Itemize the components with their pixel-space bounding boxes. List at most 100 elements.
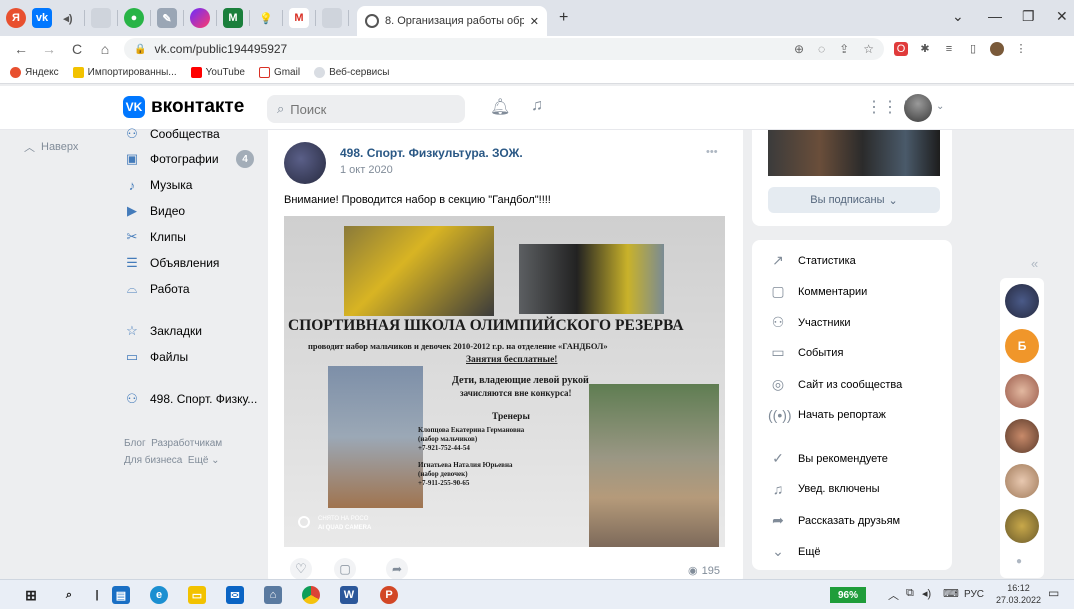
collapse-chats-icon[interactable]: « [1031,256,1038,271]
yandex-icon[interactable]: Я [6,8,26,28]
notifications-bell-icon[interactable]: 🔔︎ [490,97,510,117]
windows-start-icon[interactable]: ⊞ [22,586,40,604]
zoom-icon[interactable]: ⊕ [794,42,804,56]
gmail-tab-icon[interactable]: M [289,8,309,28]
url-field[interactable]: 🔒 vk.com/public194495927 ⊕ ◌ ⇪ ☆ [124,38,884,60]
menu-events[interactable]: ▭ События [768,344,843,361]
menu-comments[interactable]: ▢ Комментарии [768,283,867,300]
menu-item-ads[interactable]: ☰ Объявления [110,253,219,273]
language-indicator[interactable]: РУС [964,589,984,600]
keyboard-icon[interactable]: ⌨ [943,587,959,600]
chevron-down-icon[interactable]: ⌄ [936,101,944,112]
menu-item-clips[interactable]: ✂ Клипы [110,227,186,247]
bookmark-yandex[interactable]: Яндекс [10,67,59,78]
menu-item-photos[interactable]: ▣ Фотографии [110,149,219,169]
like-heart-icon[interactable]: ♡ [290,558,312,580]
store-icon[interactable]: ▤ [112,586,130,604]
chat-avatar[interactable] [1005,509,1039,543]
menu-live[interactable]: ((•)) Начать репортаж [768,407,886,423]
profile-avatar[interactable] [990,42,1004,56]
chat-bubble-icon[interactable]: ● [1016,556,1022,567]
close-tab-icon[interactable]: ✕ [530,15,539,28]
search-input[interactable] [290,101,451,117]
bulb-icon[interactable]: 💡 [256,8,276,28]
search-box[interactable]: ⌕ [267,95,465,123]
footer-developers-link[interactable]: Разработчикам [151,438,222,449]
post-photo[interactable]: СПОРТИВНАЯ ШКОЛА ОЛИМПИЙСКОГО РЕЗЕРВА пр… [284,216,725,547]
share-arrow-icon[interactable]: ➦ [386,558,408,580]
opera-extension-icon[interactable]: O [894,42,908,56]
menu-dots-icon[interactable]: ⋮ [1014,42,1028,56]
menu-tell-friends[interactable]: ➦ Рассказать друзьям [768,512,900,529]
menu-stats[interactable]: ↗ Статистика [768,252,856,269]
tab-list-icon[interactable]: ⌄ [952,8,964,25]
sidebar-icon[interactable]: ▯ [966,42,980,56]
menu-item-music[interactable]: ♪ Музыка [110,175,193,195]
music-note-icon[interactable]: ♫ [531,97,543,115]
tracking-icon[interactable]: ◌ [818,42,825,56]
share-page-icon[interactable]: ⇪ [839,42,849,56]
network-app-icon[interactable]: ⌂ [264,586,282,604]
menu-item-work[interactable]: ⌓ Работа [110,279,190,299]
menu-item-files[interactable]: ▭ Файлы [110,347,188,367]
blank-tab-icon[interactable] [91,8,111,28]
chat-avatar-letter[interactable]: Б [1005,329,1039,363]
reload-icon[interactable]: C [70,41,84,57]
clock[interactable]: 16:12 27.03.2022 [996,582,1041,606]
menu-item-communities[interactable]: ⚇ Сообщества [110,124,220,144]
bookmark-imported[interactable]: Импортированны... [72,67,177,78]
minimize-icon[interactable]: — [988,8,1002,24]
vk-tab-icon[interactable]: vk [32,8,52,28]
post-author-link[interactable]: 498. Спорт. Физкультура. ЗОЖ. [340,146,523,160]
menu-recommend[interactable]: ✓ Вы рекомендуете [768,450,888,467]
footer-business-link[interactable]: Для бизнеса [124,455,182,466]
menu-item-bookmarks[interactable]: ☆ Закладки [110,321,202,341]
home-icon[interactable]: ⌂ [98,41,112,57]
notifications-icon[interactable]: ▭ [1048,586,1059,600]
menu-item-video[interactable]: ▶ Видео [110,201,185,221]
mail-icon[interactable]: ✉ [226,586,244,604]
post-author-avatar[interactable] [284,142,326,184]
forward-icon[interactable]: → [42,41,56,57]
post-more-menu[interactable]: ••• [706,146,718,158]
chat-avatar[interactable] [1005,464,1039,498]
task-view-icon[interactable]: | [88,586,106,604]
post-date[interactable]: 1 окт 2020 [340,164,393,176]
menu-more[interactable]: ⌄ Ещё [768,543,820,560]
active-tab[interactable]: 8. Организация работы образо ✕ [357,6,547,36]
menu-notifications[interactable]: ♫ Увед. включены [768,481,880,497]
chrome-icon[interactable] [302,586,320,604]
reading-list-icon[interactable]: ≡ [942,42,956,56]
chat-avatar[interactable] [1005,284,1039,318]
m-tab-icon[interactable]: M [223,8,243,28]
subscribed-button[interactable]: Вы подписаны ⌄ [768,187,940,213]
user-avatar[interactable] [904,94,932,122]
group-cover-photo[interactable] [768,130,940,176]
back-icon[interactable]: ← [14,41,28,57]
footer-blog-link[interactable]: Блог [124,438,146,449]
bookmark-web-services[interactable]: Веб-сервисы [314,67,389,78]
puzzle-icon[interactable]: ✱ [918,42,932,56]
powerpoint-icon[interactable]: P [380,586,398,604]
word-icon[interactable]: W [340,586,358,604]
chat-avatar[interactable] [1005,419,1039,453]
footer-more-link[interactable]: Ещё [188,455,208,466]
back-to-top-link[interactable]: ︿ Наверх [24,139,78,155]
edge-icon[interactable]: e [150,586,168,604]
menu-site[interactable]: ◎ Сайт из сообщества [768,376,902,393]
close-window-icon[interactable]: ✕ [1056,8,1068,25]
document-tab-icon[interactable]: ✎ [157,8,177,28]
explorer-icon[interactable]: ▭ [188,586,206,604]
app-tab-icon[interactable] [190,8,210,28]
search-icon[interactable]: ⌕ [60,586,78,604]
chat-avatar[interactable] [1005,374,1039,408]
tray-chevron-up-icon[interactable]: ︿ [888,587,899,603]
vk-logo[interactable]: VK вконтакте [123,96,244,118]
volume-icon[interactable]: ◂) [922,587,931,600]
star-icon[interactable]: ☆ [863,42,874,56]
network-icon[interactable]: ⧉ [906,587,914,600]
menu-item-group[interactable]: ⚇ 498. Спорт. Физку... [110,389,257,409]
battery-indicator[interactable]: 96% [830,587,866,603]
new-tab-button[interactable]: + [559,9,568,27]
comment-icon[interactable]: ▢ [334,558,356,580]
